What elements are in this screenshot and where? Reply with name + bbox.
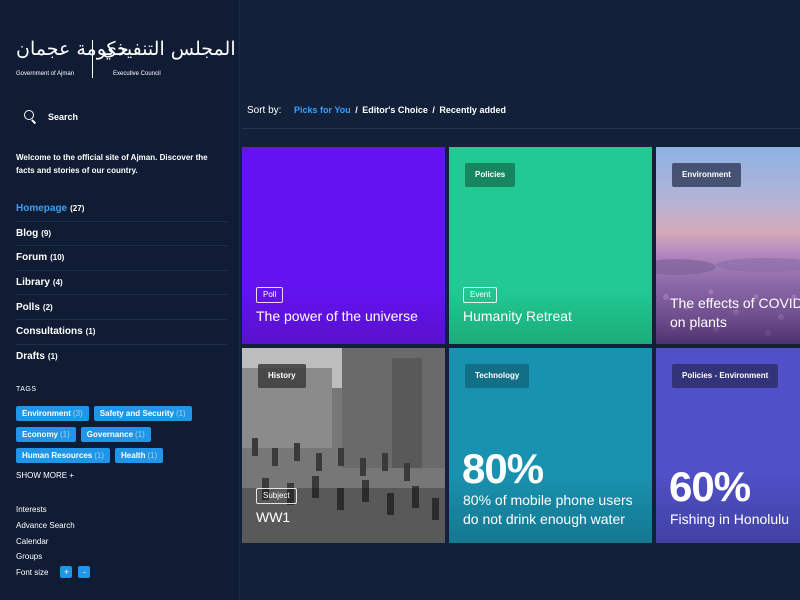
search-icon — [24, 110, 38, 124]
card-badge: Policies — [465, 163, 516, 187]
nav-count: (27) — [70, 204, 85, 214]
nav-label: Forum — [16, 252, 48, 264]
tag-health[interactable]: Health (1) — [115, 448, 164, 463]
nav-count: (1) — [47, 352, 58, 362]
nav-item-blog[interactable]: Blog (9) — [16, 222, 228, 247]
card-category: Subject — [256, 488, 297, 504]
card-humanity-retreat[interactable]: Policies Event Humanity Retreat — [449, 147, 652, 344]
sidebar: حكومة عجمان المجلس التنفيذي Government o… — [0, 0, 240, 600]
ajman-logo[interactable]: حكومة عجمان المجلس التنفيذي Government o… — [16, 38, 236, 82]
tag-count: (1) — [175, 409, 186, 418]
card-ww1[interactable]: History Subject WW1 — [242, 348, 445, 543]
card-stat: 60% — [669, 463, 751, 510]
nav-item-drafts[interactable]: Drafts (1) — [16, 345, 228, 370]
tag-environment[interactable]: Environment (3) — [16, 406, 89, 421]
sort-divider — [242, 128, 800, 129]
nav-item-homepage[interactable]: Homepage (27) — [16, 197, 228, 222]
card-title-line-1: The effects of COVID — [670, 295, 800, 311]
card-title: The power of the universe — [256, 308, 418, 324]
nav-count: (10) — [50, 253, 65, 263]
nav-count: (4) — [52, 278, 63, 288]
tag-label: Human Resources — [22, 451, 93, 460]
sort-recently-added[interactable]: Recently added — [439, 105, 506, 115]
card-fishing-honolulu[interactable]: Policies - Environment 60% Fishing in Ho… — [656, 348, 800, 543]
utility-links: Interests Advance Search Calendar Groups — [16, 504, 75, 567]
nav-item-forum[interactable]: Forum (10) — [16, 246, 228, 271]
card-badge: Environment — [672, 163, 741, 187]
tag-count: (1) — [135, 430, 145, 439]
tag-label: Economy — [22, 430, 59, 439]
card-power-of-universe[interactable]: Poll The power of the universe — [242, 147, 445, 344]
tag-economy[interactable]: Economy (1) — [16, 427, 76, 442]
card-title-line-2: on plants — [670, 314, 727, 330]
font-size-control: Font size + - — [16, 566, 91, 578]
sort-separator: / — [432, 105, 435, 115]
show-more-tags-link[interactable]: SHOW MORE + — [16, 471, 74, 480]
tag-label: Safety and Security — [99, 409, 174, 418]
search-button[interactable]: Search — [24, 110, 78, 124]
nav-item-consultations[interactable]: Consultations (1) — [16, 320, 228, 345]
nav-label: Drafts — [16, 351, 45, 363]
tags-heading: TAGS — [16, 386, 37, 393]
welcome-text: Welcome to the official site of Ajman. D… — [16, 153, 208, 175]
tag-count: (1) — [94, 451, 105, 460]
font-increase-button[interactable]: + — [60, 566, 73, 578]
tag-count: (1) — [147, 451, 158, 460]
card-badge: Policies - Environment — [672, 364, 779, 388]
card-badge: Technology — [465, 364, 530, 388]
logo-divider — [92, 40, 93, 78]
tag-governance[interactable]: Governance (1) — [80, 427, 151, 442]
sort-separator: / — [355, 105, 358, 115]
sort-editors-choice[interactable]: Editor's Choice — [362, 105, 428, 115]
card-title: WW1 — [256, 509, 291, 525]
card-badge: History — [258, 364, 306, 388]
card-covid-plants[interactable]: Environment The effects of COVID on plan… — [656, 147, 800, 344]
tag-safety-and-security[interactable]: Safety and Security (1) — [93, 406, 192, 421]
nav-count: (2) — [42, 302, 53, 312]
logo-gov-english: Government of Ajman — [16, 71, 75, 77]
tag-label: Health — [121, 451, 146, 460]
font-size-label: Font size — [16, 567, 49, 577]
calendar-link[interactable]: Calendar — [16, 536, 75, 552]
tag-count: (3) — [72, 409, 83, 418]
card-stat-line-1: Fishing in Honolulu — [670, 511, 790, 527]
sort-picks-for-you[interactable]: Picks for You — [294, 105, 351, 115]
font-decrease-button[interactable]: - — [78, 566, 91, 578]
nav-label: Homepage — [16, 203, 68, 215]
logo-council-english: Executive Council — [113, 71, 161, 77]
tag-human-resources[interactable]: Human Resources (1) — [16, 448, 111, 463]
nav-count: (1) — [85, 327, 96, 337]
card-category: Event — [463, 287, 498, 303]
tag-label: Environment — [22, 409, 71, 418]
card-stat-line-1: 80% of mobile phone users — [463, 492, 633, 508]
nav-label: Library — [16, 277, 50, 289]
nav-item-library[interactable]: Library (4) — [16, 271, 228, 296]
nav-label: Blog — [16, 227, 39, 239]
tag-cloud: Environment (3) Safety and Security (1) Ec… — [16, 406, 236, 463]
card-mobile-users-stat[interactable]: Technology 80% 80% of mobile phone users… — [449, 348, 652, 543]
nav-item-polls[interactable]: Polls (2) — [16, 295, 228, 320]
interests-link[interactable]: Interests — [16, 504, 75, 520]
advance-search-link[interactable]: Advance Search — [16, 520, 75, 536]
main-nav: Homepage (27) Blog (9) Forum (10) Library (4… — [16, 197, 228, 369]
card-category: Poll — [256, 287, 284, 303]
nav-label: Consultations — [16, 326, 83, 338]
card-stat: 80% — [462, 445, 544, 492]
card-title: Humanity Retreat — [463, 308, 572, 324]
groups-link[interactable]: Groups — [16, 551, 75, 567]
sort-label: Sort by: — [247, 105, 282, 116]
card-stat-line-2: do not drink enough water — [463, 511, 625, 527]
tag-count: (1) — [60, 430, 70, 439]
nav-label: Polls — [16, 301, 40, 313]
tag-label: Governance — [86, 430, 134, 439]
search-label: Search — [48, 112, 79, 122]
logo-council-arabic: المجلس التنفيذي — [102, 38, 236, 60]
nav-count: (9) — [41, 228, 51, 238]
sort-bar: Sort by: Picks for You / Editor's Choice… — [247, 105, 506, 116]
